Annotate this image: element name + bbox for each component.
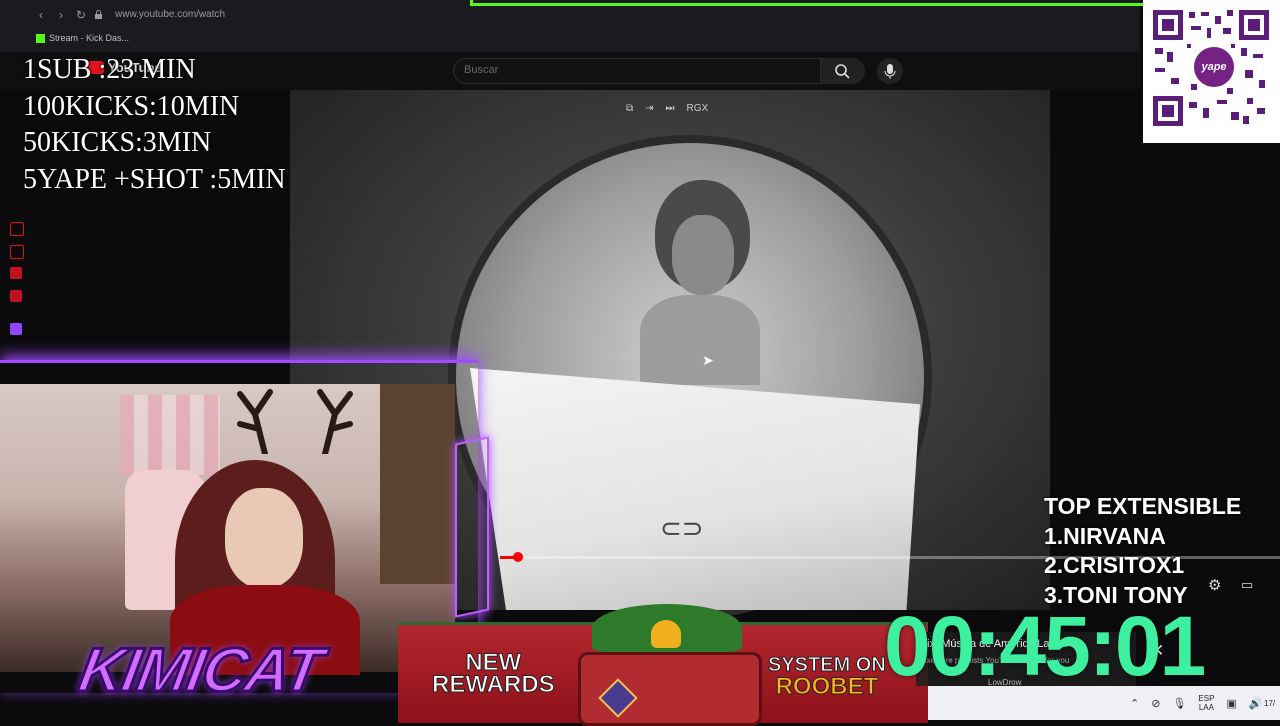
network-icon[interactable]: ⊘ [1151, 697, 1160, 710]
neon-accent-bar [455, 436, 489, 618]
volume-icon[interactable]: 🔊 [1249, 697, 1263, 710]
subathon-rules: 1SUB :23 MIN 100KICKS:10MIN 50KICKS:3MIN… [23, 54, 286, 195]
video-figure-body [640, 295, 760, 385]
top-list-title: TOP EXTENSIBLE [1044, 493, 1242, 519]
browser-toolbar [0, 0, 1140, 52]
tab-kick-stream[interactable]: Stream - Kick Das... [36, 33, 129, 43]
search-placeholder: Buscar [464, 64, 499, 76]
rgx-button[interactable]: RGX [687, 103, 709, 114]
sidebar-red-icon-1[interactable] [10, 222, 24, 236]
miniplayer-icon[interactable]: ⧉ [626, 103, 633, 114]
search-icon [835, 64, 850, 79]
display-icon[interactable]: ▣ [1226, 697, 1236, 710]
sidebar-red-icon-2[interactable] [10, 245, 24, 259]
pip-icon[interactable]: ⇥ [645, 103, 653, 114]
lock-icon [95, 10, 102, 19]
voice-search-button[interactable] [877, 58, 903, 84]
banner-system-on-roobet: SYSTEM ON ROOBET [768, 654, 887, 700]
streamer-logo: KIMICAT [72, 635, 327, 707]
search-input[interactable] [453, 58, 821, 84]
chevron-up-icon[interactable]: ⌃ [1130, 697, 1139, 710]
player-top-controls: ⧉ ⇥ ⏭ RGX [626, 103, 708, 114]
system-tray: ⌃ ⊘ 🎙 ESP LAA ▣ 🔊 [1130, 694, 1263, 712]
tab-title: Stream - Kick Das... [49, 33, 130, 43]
microphone-icon [884, 64, 896, 79]
reindeer-antlers-icon [237, 389, 353, 454]
progress-scrubber[interactable] [513, 552, 523, 562]
webcam-door [380, 384, 455, 584]
sidebar-red-icon-3[interactable] [10, 267, 22, 279]
forward-icon[interactable]: › [54, 8, 68, 22]
webcam-wall-posters [120, 395, 220, 475]
chanel-logo-icon: ⊂⊃ [660, 513, 704, 543]
banner-left-line2: REWARDS [432, 671, 556, 698]
banner-new-rewards: NEW REWARDS [432, 650, 556, 698]
banner-right-line2: ROOBET [775, 673, 879, 700]
settings-gear-icon[interactable]: ⚙ [1208, 576, 1221, 594]
back-icon[interactable]: ‹ [34, 8, 48, 22]
microphone-tray-icon[interactable]: 🎙 [1172, 697, 1186, 710]
twitch-icon[interactable] [10, 323, 22, 335]
bell-icon [651, 620, 681, 648]
webcam-streamer-face [225, 488, 303, 588]
mouse-cursor-icon: ➤ [702, 352, 714, 368]
next-icon[interactable]: ⏭ [666, 103, 675, 114]
list-item: 1.NIRVANA [1044, 522, 1166, 549]
kick-frame-border [470, 0, 1150, 6]
yape-logo: yape [1191, 44, 1237, 90]
taskbar-date: 17/ [1264, 699, 1276, 708]
video-figure-face [672, 215, 734, 295]
sidebar-red-icon-4[interactable] [10, 290, 22, 302]
address-bar[interactable]: www.youtube.com/watch [115, 9, 225, 20]
language-indicator[interactable]: ESP LAA [1198, 694, 1214, 712]
reload-icon[interactable]: ↻ [74, 8, 88, 22]
video-white-sheet [470, 368, 920, 610]
captions-icon[interactable]: ▭ [1241, 577, 1253, 593]
kick-icon [36, 33, 45, 43]
subathon-timer: 00:45:01 [884, 599, 1206, 693]
search-button[interactable] [821, 58, 865, 84]
